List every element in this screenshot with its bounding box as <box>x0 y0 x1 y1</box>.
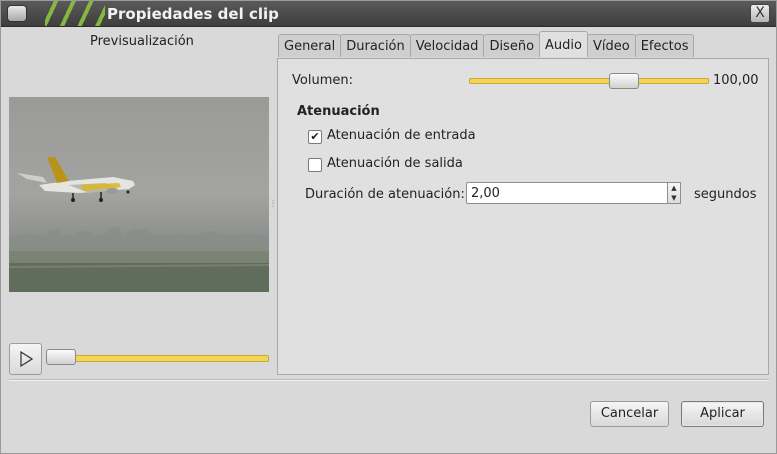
dialog-separator <box>9 379 769 381</box>
preview-seek-slider-track[interactable] <box>74 355 269 362</box>
fade-out-checkbox[interactable] <box>308 158 322 172</box>
video-preview-image <box>9 97 269 292</box>
tab-effects[interactable]: Efectos <box>634 34 695 57</box>
chevron-up-icon[interactable]: ▲ <box>668 183 680 193</box>
checkmark-icon: ✔ <box>310 130 320 143</box>
chevron-down-icon[interactable]: ▼ <box>668 193 680 203</box>
tab-bar: General Duración Velocidad Diseño Audio … <box>278 31 695 58</box>
tab-video[interactable]: Vídeo <box>586 34 636 57</box>
tab-general[interactable]: General <box>278 34 342 57</box>
close-icon: X <box>755 5 765 21</box>
tab-layout[interactable]: Diseño <box>483 34 541 57</box>
title-bar[interactable]: Propiedades del clip X <box>1 1 776 27</box>
tab-audio[interactable]: Audio <box>539 31 588 57</box>
volume-label: Volumen: <box>292 73 353 88</box>
play-icon <box>19 351 33 367</box>
fade-in-label[interactable]: Atenuación de entrada <box>327 128 476 143</box>
preview-seek-slider-handle[interactable] <box>46 349 76 365</box>
clip-properties-dialog: Propiedades del clip X Previsualización <box>0 0 777 454</box>
fade-duration-input[interactable] <box>466 182 668 204</box>
volume-slider-handle[interactable] <box>609 73 639 89</box>
close-button[interactable]: X <box>750 4 770 23</box>
preview-label: Previsualización <box>90 34 194 49</box>
fade-duration-label: Duración de atenuación: <box>305 187 465 202</box>
airplane-shape <box>17 157 135 202</box>
fade-duration-unit: segundos <box>694 187 757 202</box>
airplane-landing-image <box>9 157 269 292</box>
window-title: Propiedades del clip <box>107 5 279 23</box>
play-button[interactable] <box>9 343 42 375</box>
fade-section-heading: Atenuación <box>297 104 380 119</box>
cancel-button[interactable]: Cancelar <box>590 401 669 427</box>
apply-button[interactable]: Aplicar <box>681 401 764 427</box>
fade-duration-spinner[interactable]: ▲ ▼ <box>667 182 681 204</box>
tab-duration[interactable]: Duración <box>340 34 411 57</box>
title-decoration <box>45 1 105 26</box>
fade-in-checkbox[interactable]: ✔ <box>308 130 322 144</box>
tab-speed[interactable]: Velocidad <box>409 34 485 57</box>
volume-value: 100,00 <box>713 73 759 88</box>
window-menu-button[interactable] <box>7 5 27 22</box>
fade-out-label[interactable]: Atenuación de salida <box>327 156 463 171</box>
volume-slider-track[interactable] <box>469 78 709 84</box>
pane-resize-handle[interactable]: ⋮ <box>269 199 277 209</box>
